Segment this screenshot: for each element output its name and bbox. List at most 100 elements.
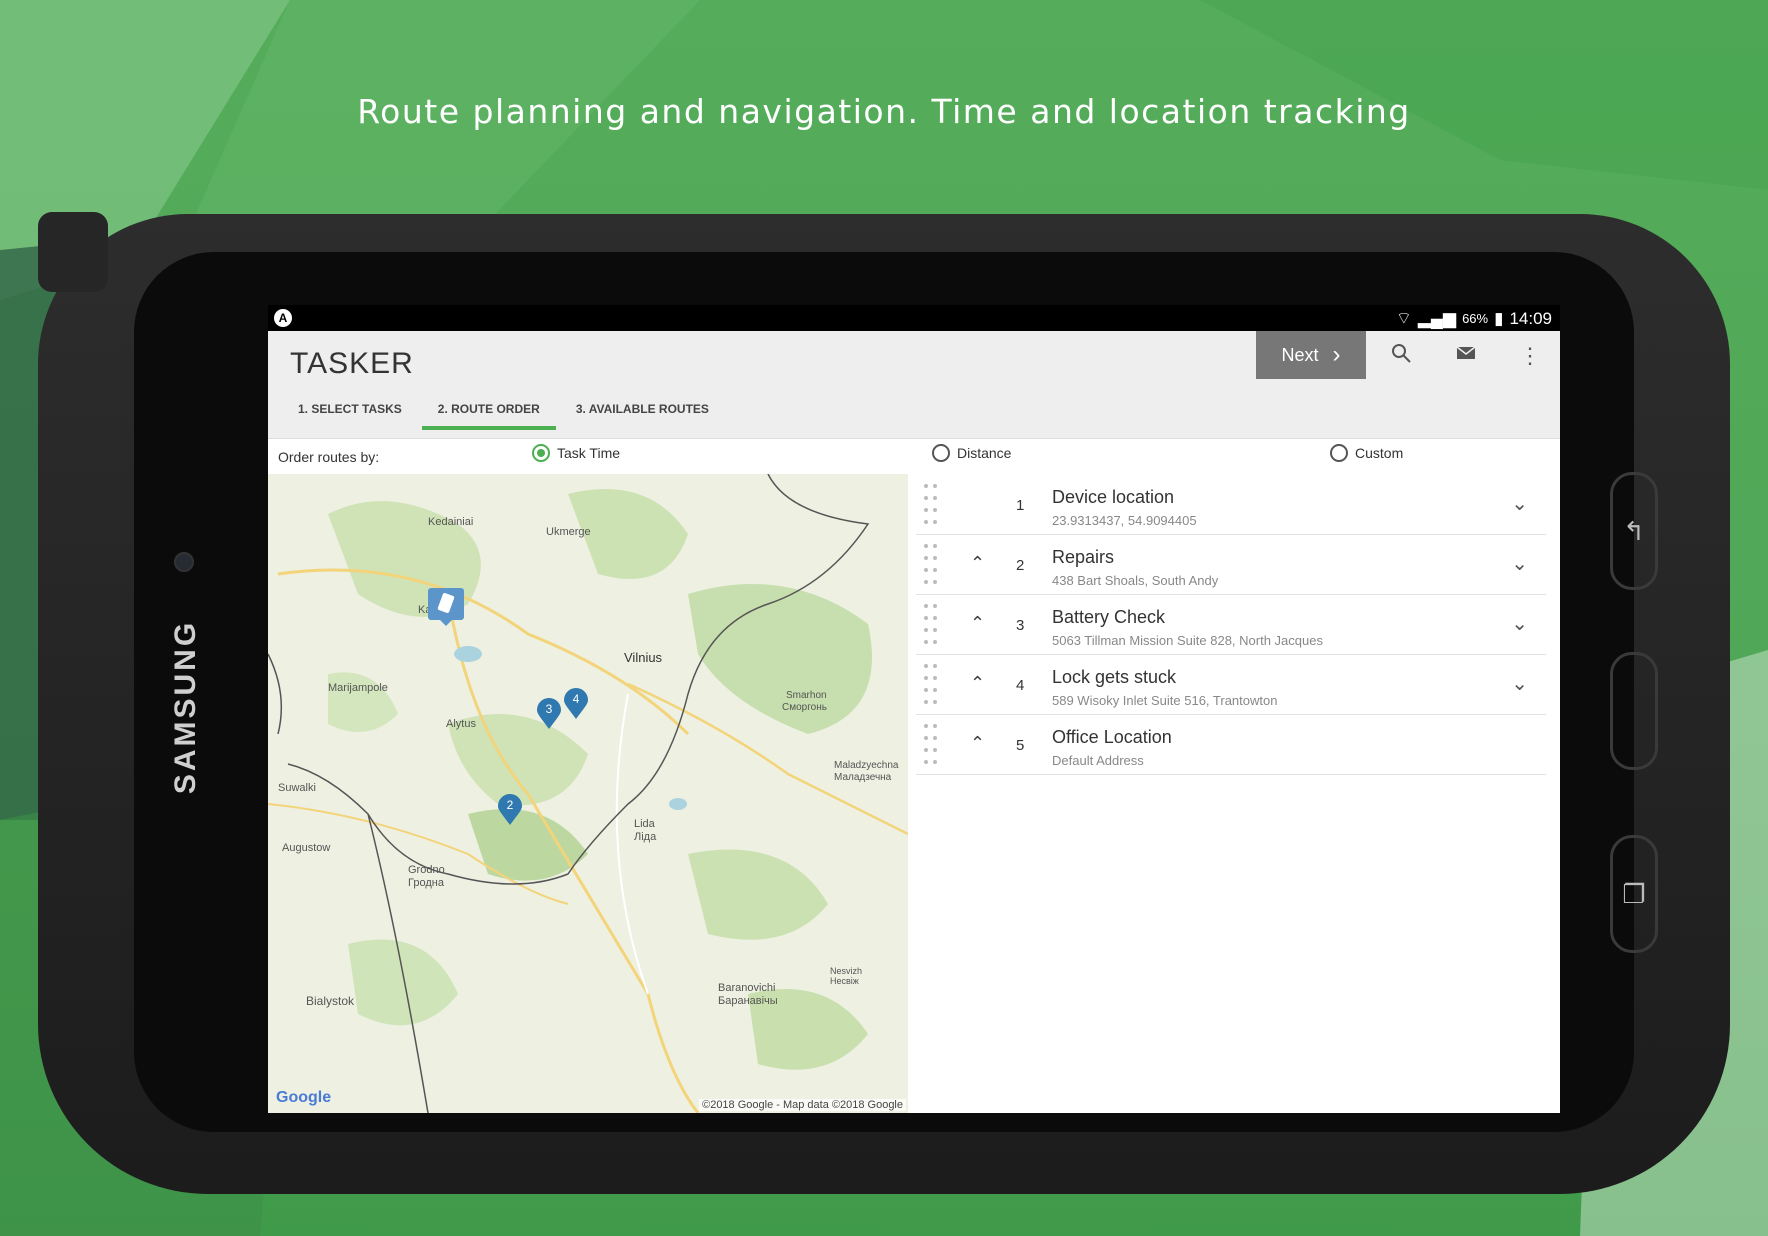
stop-address: 589 Wisoky Inlet Suite 516, Trantowton [1052, 693, 1278, 708]
map-label: Маладзечна [834, 772, 892, 783]
next-button-label: Next [1281, 344, 1319, 365]
stop-address: 5063 Tillman Mission Suite 828, North Ja… [1052, 633, 1323, 648]
list-item[interactable]: ⌃ 3 Battery Check 5063 Tillman Mission S… [916, 595, 1546, 655]
map-label: Баранавічы [718, 995, 778, 1007]
stop-address: Default Address [1052, 753, 1144, 768]
chevron-up-icon[interactable]: ⌃ [970, 673, 985, 694]
radio-distance-label: Distance [957, 445, 1012, 461]
radio-task-time-label: Task Time [557, 445, 621, 461]
next-button[interactable]: Next › [1256, 331, 1366, 379]
app-bar: TASKER Next › ⋮ 1. SELECT TASKS 2. ROUTE… [268, 331, 1560, 439]
notification-icon: A [274, 309, 292, 327]
wifi-icon: ⌔ [1395, 309, 1412, 328]
stylus-clip [38, 212, 108, 292]
route-marker-label: 4 [572, 692, 580, 706]
mail-icon[interactable] [1451, 341, 1481, 371]
radio-distance[interactable]: Distance [932, 444, 1011, 462]
device-location-marker-icon[interactable] [426, 586, 466, 626]
order-by-label: Order routes by: [278, 449, 380, 465]
map-label: Smarhon [786, 690, 827, 701]
chevron-down-icon[interactable]: ⌄ [1511, 671, 1528, 696]
map-label: Alytus [446, 718, 476, 730]
stop-title: Lock gets stuck [1052, 667, 1177, 687]
stop-number: 2 [1016, 557, 1025, 574]
map-label: Ліда [634, 831, 657, 843]
drag-handle-icon[interactable] [924, 604, 938, 648]
stop-address: 23.9313437, 54.9094405 [1052, 513, 1197, 528]
map-label: Marijampole [328, 682, 388, 694]
map-label: Lida [634, 818, 655, 830]
tab-select-tasks[interactable]: 1. SELECT TASKS [280, 391, 420, 430]
drag-handle-icon[interactable] [924, 664, 938, 708]
clock: 14:09 [1509, 308, 1552, 328]
route-map[interactable]: Kedainiai Ukmerge Kaunas Vilnius Marijam… [268, 474, 908, 1113]
tab-route-order[interactable]: 2. ROUTE ORDER [420, 391, 558, 430]
route-marker-label: 2 [506, 798, 514, 812]
signal-icon: ▂▄▆ [1417, 308, 1457, 328]
status-bar: A ⌔ ▂▄▆ 66% ▮ 14:09 [268, 305, 1560, 331]
stop-list: 1 Device location 23.9313437, 54.9094405… [916, 475, 1546, 775]
map-label: Bialystok [306, 994, 355, 1008]
stop-number: 4 [1016, 677, 1025, 694]
stop-number: 5 [1016, 737, 1025, 754]
stop-number: 1 [1016, 497, 1025, 514]
chevron-up-icon[interactable]: ⌃ [970, 553, 985, 574]
stop-address: 438 Bart Shoals, South Andy [1052, 573, 1219, 588]
stop-title: Battery Check [1052, 607, 1166, 627]
search-icon[interactable] [1386, 341, 1416, 371]
order-by-bar: Order routes by: Task Time Distance Cust… [268, 438, 1560, 474]
list-item[interactable]: 1 Device location 23.9313437, 54.9094405… [916, 475, 1546, 535]
map-label: Suwalki [278, 782, 316, 794]
map-label: Гродна [408, 877, 444, 889]
route-marker-icon[interactable]: 2 [497, 794, 523, 826]
list-item[interactable]: ⌃ 4 Lock gets stuck 589 Wisoky Inlet Sui… [916, 655, 1546, 715]
chevron-down-icon[interactable]: ⌄ [1511, 491, 1528, 516]
route-marker-label: 3 [545, 702, 553, 716]
back-key-icon[interactable]: ↰ [1610, 472, 1658, 590]
stop-number: 3 [1016, 617, 1025, 634]
chevron-up-icon[interactable]: ⌃ [970, 733, 985, 754]
map-label: Maladzyechna [834, 760, 899, 771]
more-vert-icon[interactable]: ⋮ [1515, 341, 1545, 371]
list-item[interactable]: ⌃ 2 Repairs 438 Bart Shoals, South Andy … [916, 535, 1546, 595]
route-marker-icon[interactable]: 4 [563, 688, 589, 720]
radio-unchecked-icon [932, 444, 950, 462]
app-logo: TASKER [290, 347, 414, 380]
radio-checked-icon [532, 444, 550, 462]
list-item[interactable]: ⌃ 5 Office Location Default Address [916, 715, 1546, 775]
radio-custom-label: Custom [1355, 445, 1404, 461]
drag-handle-icon[interactable] [924, 544, 938, 588]
chevron-up-icon[interactable]: ⌃ [970, 613, 985, 634]
device-screen: A ⌔ ▂▄▆ 66% ▮ 14:09 TASKER Next › ⋮ 1. S… [268, 305, 1560, 1113]
battery-percent: 66% [1462, 311, 1489, 326]
map-label: Несвіж [830, 976, 859, 986]
brand-label: SAMSUNG [169, 619, 202, 795]
map-terrain [268, 474, 908, 1113]
radio-custom[interactable]: Custom [1330, 444, 1403, 462]
map-label: Ukmerge [546, 526, 591, 538]
radio-unchecked-icon [1330, 444, 1348, 462]
map-label: Сморгонь [782, 702, 827, 713]
step-tabs: 1. SELECT TASKS 2. ROUTE ORDER 3. AVAILA… [280, 391, 727, 430]
status-right: ⌔ ▂▄▆ 66% ▮ 14:09 [1396, 308, 1552, 329]
map-label: Kedainiai [428, 516, 474, 528]
stop-title: Device location [1052, 487, 1175, 507]
home-key[interactable] [1610, 652, 1658, 770]
stop-title: Office Location [1052, 727, 1172, 747]
map-label: Baranovichi [718, 982, 776, 994]
route-marker-icon[interactable]: 3 [536, 698, 562, 730]
recents-key-icon[interactable]: ❐ [1610, 835, 1658, 953]
map-label: Grodno [408, 864, 445, 876]
google-logo: Google [276, 1089, 332, 1106]
drag-handle-icon[interactable] [924, 484, 938, 528]
drag-handle-icon[interactable] [924, 724, 938, 768]
headline: Route planning and navigation. Time and … [357, 92, 1411, 131]
map-copyright: ©2018 Google - Map data ©2018 Google [699, 1099, 906, 1111]
chevron-right-icon: › [1332, 341, 1341, 368]
chevron-down-icon[interactable]: ⌄ [1511, 611, 1528, 636]
map-label: Nesvizh [830, 966, 863, 976]
map-label: Augustow [282, 842, 331, 854]
radio-task-time[interactable]: Task Time [532, 444, 620, 462]
tab-available-routes[interactable]: 3. AVAILABLE ROUTES [558, 391, 727, 430]
chevron-down-icon[interactable]: ⌄ [1511, 551, 1528, 576]
